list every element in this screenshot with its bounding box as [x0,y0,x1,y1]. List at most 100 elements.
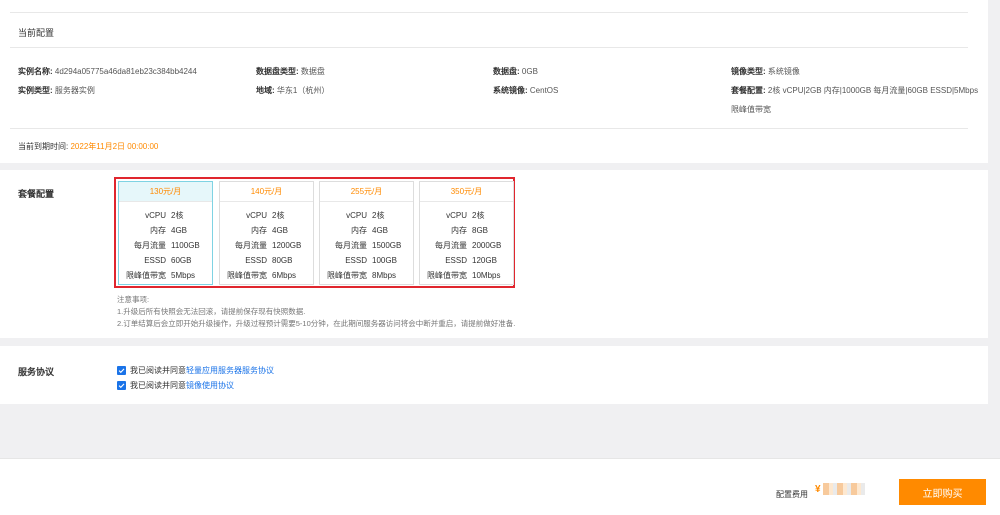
spec-value-vcpu: 2核 [272,211,285,220]
expire-time-value: 2022年11月2日 00:00:00 [70,142,159,151]
buy-now-button[interactable]: 立即购买 [899,479,986,505]
spec-label-bandwidth: 限峰值带宽 [227,271,267,280]
fee-currency: ¥ [815,483,821,495]
spec-label-memory: 内存 [351,226,367,235]
region-label: 地域: [256,86,275,95]
spec-label-essd: ESSD [245,256,267,265]
image-type-value: 系统镜像 [767,67,800,76]
data-disk-label: 数据盘: [493,67,520,76]
current-config-panel: 当前配置 实例名称: 4d294a05775a46da81eb23c384bb4… [0,0,988,163]
spec-value-traffic: 1200GB [272,241,302,250]
spec-value-memory: 4GB [171,226,188,235]
spec-value-vcpu: 2核 [171,211,184,220]
agreement-panel: 服务协议 我已阅读并同意 轻量应用服务器服务协议 我已阅读并同意 镜像使用协议 [0,346,988,404]
spec-label-bandwidth: 限峰值带宽 [427,271,467,280]
spec-value-memory: 8GB [472,226,489,235]
image-usage-agreement-link[interactable]: 镜像使用协议 [186,380,234,391]
spec-label-bandwidth: 限峰值带宽 [327,271,367,280]
package-card-140[interactable]: 140元/月 vCPU 2核 内存 4GB 每月流量 1200GB ESSD 80GB … [219,181,314,285]
package-options-highlight: 130元/月 vCPU 2核 内存 4GB 每月流量 1100GB ESSD 60GB … [114,177,515,288]
disk-type-field: 数据盘类型: 数据盘 [256,66,325,77]
instance-type-label: 实例类型: [18,86,53,95]
spec-value-bandwidth: 5Mbps [171,271,196,280]
package-config-value: 2核 vCPU|2GB 内存|1000GB 每月流量|60GB ESSD|5Mb… [767,86,979,95]
current-config-title: 当前配置 [18,28,55,38]
spec-label-vcpu: vCPU [446,211,467,220]
spec-value-traffic: 1100GB [171,241,200,250]
instance-type-value: 服务器实例 [54,86,95,95]
package-config-value-line2: 限峰值带宽 [731,105,771,114]
region-field: 地域: 华东1（杭州） [256,85,329,96]
spec-label-vcpu: vCPU [246,211,267,220]
server-service-agreement-link[interactable]: 轻量应用服务器服务协议 [186,365,274,376]
checkout-footer: 配置费用 ¥ 立即购买 [0,458,1000,515]
spec-value-vcpu: 2核 [372,211,385,220]
system-image-value: CentOS [529,86,559,95]
spec-value-memory: 4GB [272,226,289,235]
upgrade-notes: 注意事项: 1.升级后所有快照会无法回滚，请提前保存现有快照数据. 2.订单结算… [117,294,515,330]
image-type-label: 镜像类型: [731,67,766,76]
spec-value-traffic: 2000GB [472,241,502,250]
spec-label-essd: ESSD [445,256,467,265]
spec-label-traffic: 每月流量 [335,241,367,250]
package-card-350[interactable]: 350元/月 vCPU 2核 内存 8GB 每月流量 2000GB ESSD 120GB… [419,181,514,285]
spec-value-traffic: 1500GB [372,241,402,250]
spec-label-memory: 内存 [451,226,467,235]
spec-label-memory: 内存 [251,226,267,235]
package-label: 套餐配置 [18,189,55,199]
note-item: 2.订单结算后会立即开始升级操作，升级过程预计需要5-10分钟，在此期间服务器访… [117,319,516,328]
package-panel: 套餐配置 130元/月 vCPU 2核 内存 4GB 每月流量 1100GB ESSD… [0,170,988,338]
spec-label-essd: ESSD [345,256,367,265]
agreement-text-2: 我已阅读并同意 [130,381,186,390]
region-value: 华东1（杭州） [276,86,330,95]
package-card-255[interactable]: 255元/月 vCPU 2核 内存 4GB 每月流量 1500GB ESSD 100GB… [319,181,414,285]
agreement-checkbox-1[interactable] [117,366,126,375]
package-config-label: 套餐配置: [731,86,766,95]
package-price: 130元/月 [119,182,212,202]
spec-label-traffic: 每月流量 [435,241,467,250]
spec-label-memory: 内存 [150,226,166,235]
spec-label-traffic: 每月流量 [235,241,267,250]
package-price: 255元/月 [320,182,413,202]
divider [10,47,968,48]
spec-value-essd: 100GB [372,256,397,265]
instance-name-label: 实例名称: [18,67,53,76]
divider [10,128,968,129]
fee-label: 配置费用 [776,490,808,499]
spec-label-vcpu: vCPU [346,211,367,220]
spec-label-essd: ESSD [144,256,166,265]
notes-title: 注意事项: [117,295,150,304]
package-price: 350元/月 [420,182,513,202]
spec-label-vcpu: vCPU [145,211,166,220]
package-price: 140元/月 [220,182,313,202]
spec-value-essd: 60GB [171,256,192,265]
spec-value-vcpu: 2核 [472,211,485,220]
spec-label-bandwidth: 限峰值带宽 [126,271,166,280]
checkmark-icon [118,383,125,389]
data-disk-field: 数据盘: 0GB [493,66,538,77]
agreement-checkbox-2[interactable] [117,381,126,390]
instance-type-field: 实例类型: 服务器实例 [18,85,95,96]
system-image-label: 系统镜像: [493,86,528,95]
fee-value: ¥ [815,483,865,495]
instance-name-value: 4d294a05775a46da81eb23c384bb4244 [54,67,197,76]
spec-value-essd: 120GB [472,256,497,265]
spec-value-memory: 4GB [372,226,389,235]
checkmark-icon [118,368,125,374]
package-config-field: 套餐配置: 2核 vCPU|2GB 内存|1000GB 每月流量|60GB ES… [731,85,978,96]
note-item: 1.升级后所有快照会无法回滚，请提前保存现有快照数据. [117,307,306,316]
spec-value-essd: 80GB [272,256,293,265]
spec-label-traffic: 每月流量 [134,241,166,250]
spec-value-bandwidth: 10Mbps [472,271,501,280]
image-type-field: 镜像类型: 系统镜像 [731,66,800,77]
disk-type-value: 数据盘 [300,67,325,76]
expire-time-label: 当前到期时间: [18,142,69,151]
package-card-130[interactable]: 130元/月 vCPU 2核 内存 4GB 每月流量 1100GB ESSD 60GB … [118,181,213,285]
agreement-text-1: 我已阅读并同意 [130,366,186,375]
fee-amount-redacted [822,483,865,495]
expire-time-field: 当前到期时间: 2022年11月2日 00:00:00 [18,141,158,152]
agreement-label: 服务协议 [18,367,55,377]
system-image-field: 系统镜像: CentOS [493,85,558,96]
spec-value-bandwidth: 8Mbps [372,271,397,280]
spec-value-bandwidth: 6Mbps [272,271,297,280]
